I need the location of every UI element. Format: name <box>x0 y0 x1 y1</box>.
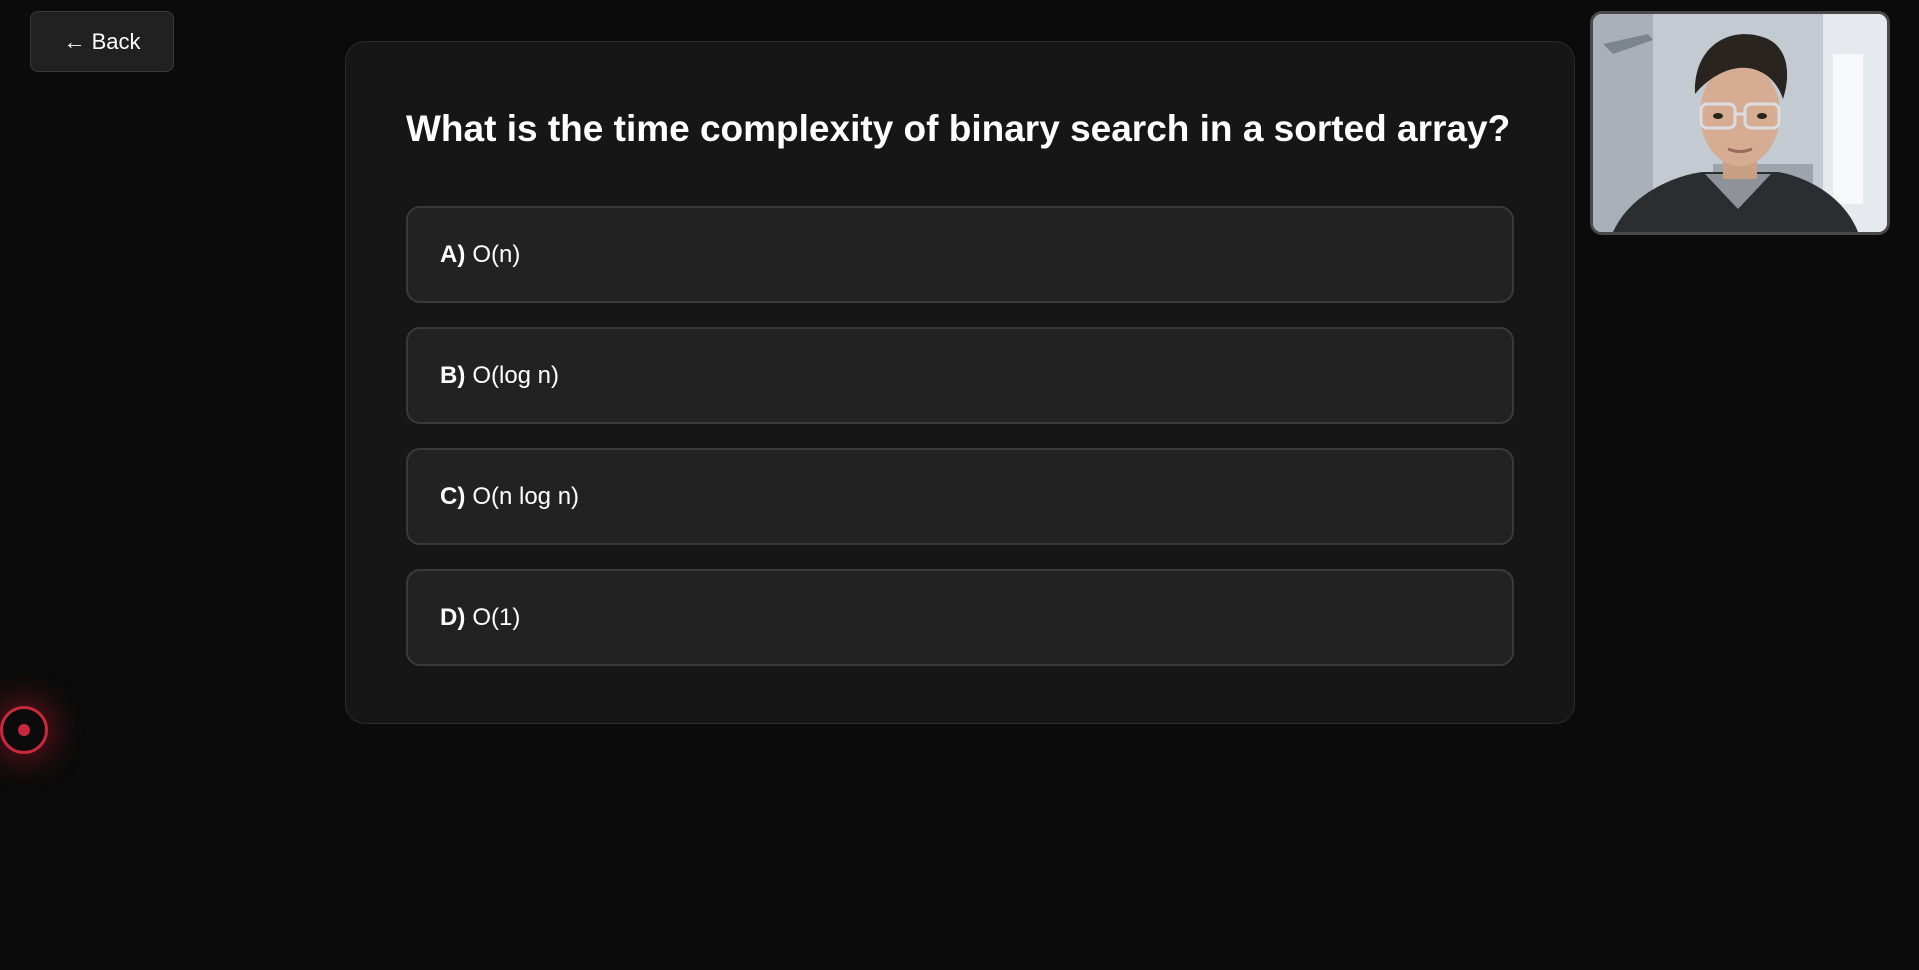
record-indicator-icon <box>0 706 48 754</box>
answer-options: A) O(n) B) O(log n) C) O(n log n) D) O(1… <box>406 206 1514 690</box>
person-video-feed-icon <box>1593 14 1887 232</box>
option-letter: A) <box>440 240 466 268</box>
option-text: O(n) <box>472 240 521 268</box>
quiz-card: What is the time complexity of binary se… <box>345 41 1575 724</box>
record-dot <box>18 724 30 736</box>
option-letter: D) <box>440 603 466 631</box>
quiz-page: ← Back What is the time complexity of bi… <box>0 0 1919 970</box>
question-title: What is the time complexity of binary se… <box>406 108 1511 149</box>
option-text: O(log n) <box>472 361 560 389</box>
option-d[interactable]: D) O(1) <box>406 569 1514 666</box>
back-button[interactable]: ← Back <box>30 11 174 72</box>
option-text: O(n log n) <box>472 482 580 510</box>
webcam-preview <box>1590 11 1890 235</box>
option-a[interactable]: A) O(n) <box>406 206 1514 303</box>
option-c[interactable]: C) O(n log n) <box>406 448 1514 545</box>
option-letter: C) <box>440 482 466 510</box>
option-b[interactable]: B) O(log n) <box>406 327 1514 424</box>
option-text: O(1) <box>472 603 521 631</box>
option-letter: B) <box>440 361 466 389</box>
